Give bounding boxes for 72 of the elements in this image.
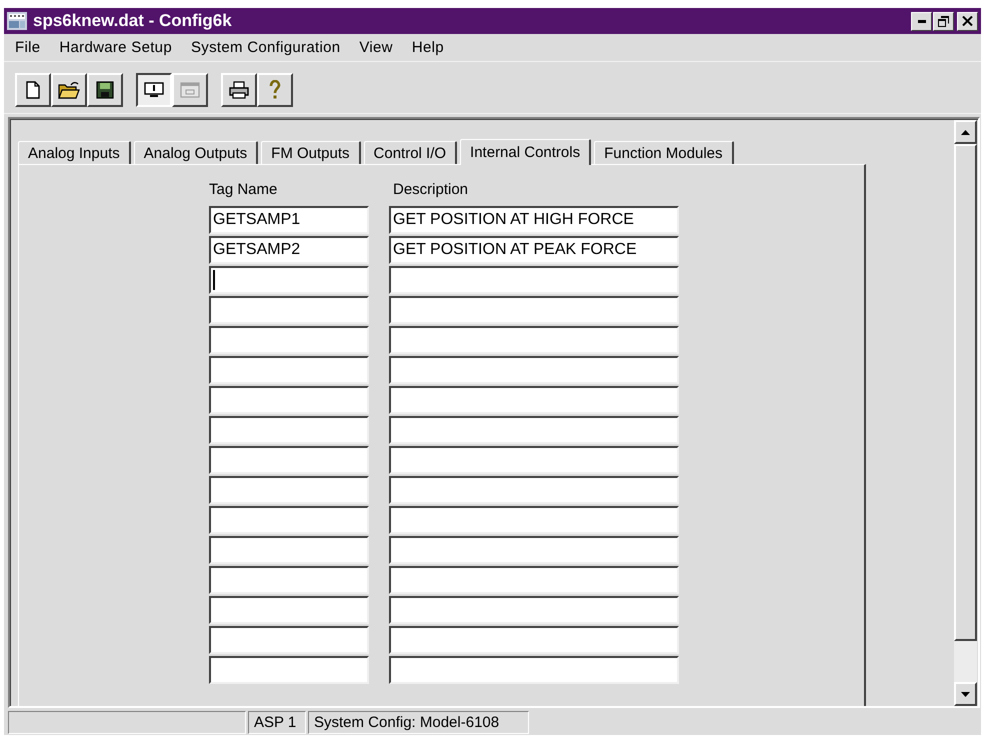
scroll-up-button[interactable] (954, 120, 977, 144)
tag-name-field[interactable] (209, 356, 369, 384)
description-field[interactable] (389, 416, 679, 444)
scroll-down-button[interactable] (954, 682, 977, 706)
status-panel: System Config: Model-6108 (308, 711, 529, 734)
description-field[interactable] (389, 476, 679, 504)
tag-name-field[interactable] (209, 596, 369, 624)
down-arrow-icon (961, 692, 970, 696)
tab[interactable]: Control I/O (364, 141, 458, 164)
column-header: Description (392, 180, 470, 200)
tag-name-field[interactable] (209, 266, 369, 294)
menu-item[interactable]: Help (404, 39, 452, 56)
open-button[interactable] (51, 72, 87, 106)
tab[interactable]: Internal Controls (460, 139, 592, 165)
tag-name-field[interactable] (209, 476, 369, 504)
tag-name-field[interactable] (209, 656, 369, 684)
tag-name-field[interactable] (209, 506, 369, 534)
monitor-icon (144, 82, 164, 98)
description-field[interactable] (389, 446, 679, 474)
tab[interactable]: FM Outputs (261, 141, 361, 164)
restore-button[interactable] (933, 12, 954, 30)
description-field[interactable] (389, 356, 679, 384)
restore-icon (938, 16, 949, 26)
new-button[interactable] (15, 72, 51, 106)
description-field[interactable] (389, 596, 679, 624)
description-field[interactable] (389, 566, 679, 594)
close-icon (962, 16, 973, 26)
up-arrow-icon (961, 130, 970, 134)
folder-icon (58, 80, 80, 98)
tag-name-field[interactable] (209, 446, 369, 474)
menu-item[interactable]: File (7, 39, 48, 56)
description-field[interactable]: GET POSITION AT PEAK FORCE (389, 236, 679, 264)
column-header: Tag Name (209, 180, 278, 200)
scrollbar-thumb[interactable] (954, 144, 977, 641)
description-field[interactable] (389, 656, 679, 684)
blank-page-icon (26, 80, 40, 98)
tag-name-field[interactable] (209, 326, 369, 354)
description-field[interactable] (389, 296, 679, 324)
monitor-button[interactable] (136, 72, 172, 106)
menu-item[interactable]: System Configuration (182, 39, 348, 56)
window-icon (180, 82, 200, 98)
app-icon (7, 12, 27, 30)
description-field[interactable] (389, 536, 679, 564)
description-field[interactable] (389, 266, 679, 294)
description-field[interactable] (389, 386, 679, 414)
status-panel: ASP 1 (248, 711, 306, 734)
tag-name-field[interactable]: GETSAMP2 (209, 236, 369, 264)
tag-name-field[interactable]: GETSAMP1 (209, 206, 369, 234)
minimize-icon (918, 20, 926, 22)
print-button[interactable] (221, 72, 257, 106)
tag-name-field[interactable] (209, 416, 369, 444)
save-button[interactable] (87, 72, 123, 106)
menu-item[interactable]: View (351, 39, 401, 56)
description-field[interactable] (389, 626, 679, 654)
minimize-button[interactable] (911, 12, 932, 30)
tab[interactable]: Function Modules (594, 141, 734, 164)
tag-name-field[interactable] (209, 386, 369, 414)
description-field[interactable] (389, 326, 679, 354)
printer-icon (229, 80, 249, 98)
tag-name-field[interactable] (209, 566, 369, 594)
window-title: sps6knew.dat - Config6k (33, 11, 233, 31)
menu-item[interactable]: Hardware Setup (51, 39, 180, 56)
tag-name-field[interactable] (209, 536, 369, 564)
tag-name-field[interactable] (209, 626, 369, 654)
tag-name-field[interactable] (209, 296, 369, 324)
tab[interactable]: Analog Inputs (18, 141, 131, 164)
description-field[interactable]: GET POSITION AT HIGH FORCE (389, 206, 679, 234)
question-mark-icon (268, 80, 282, 100)
help-button[interactable] (257, 72, 293, 106)
description-field[interactable] (389, 506, 679, 534)
close-button[interactable] (957, 12, 978, 30)
tab[interactable]: Analog Outputs (134, 141, 258, 164)
